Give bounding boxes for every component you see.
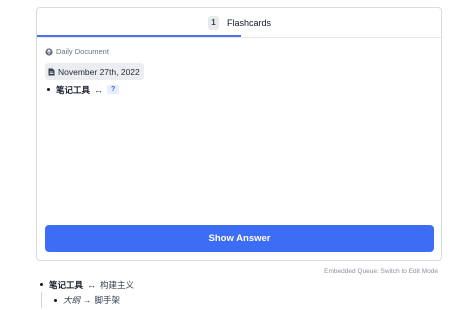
show-answer-button[interactable]: Show Answer bbox=[45, 225, 434, 252]
bullet-dot[interactable] bbox=[40, 283, 43, 286]
bullet-dot[interactable] bbox=[47, 88, 50, 91]
document-icon bbox=[48, 63, 55, 81]
card-front-text: 笔记工具 bbox=[56, 84, 91, 95]
tab-flashcards[interactable]: 1 Flashcards bbox=[37, 8, 271, 37]
outline-child-left: 大纲 bbox=[63, 295, 81, 305]
right-arrow: → bbox=[83, 295, 92, 305]
outline-child-right: 脚手架 bbox=[94, 295, 121, 305]
tab-count-badge: 1 bbox=[208, 16, 219, 30]
source-label: Daily Document bbox=[56, 47, 109, 56]
bullet-dot[interactable] bbox=[54, 298, 57, 302]
outline-child-item: 大纲 → 脚手架 bbox=[41, 292, 120, 308]
switch-to-edit-mode-link[interactable]: Embedded Queue: Switch to Edit Mode bbox=[324, 268, 438, 275]
card-question: 笔记工具 ↔ ? bbox=[47, 83, 120, 96]
bidirectional-arrow: ↔ bbox=[87, 279, 97, 290]
outline-item: 笔记工具 ↔ 构建主义 bbox=[40, 278, 134, 291]
date-text: November 27th, 2022 bbox=[58, 66, 140, 77]
date-reference[interactable]: November 27th, 2022 bbox=[45, 63, 144, 80]
circle-arrow-icon bbox=[45, 43, 53, 61]
card-source[interactable]: Daily Document bbox=[45, 46, 109, 57]
bidirectional-arrow: ↔ bbox=[94, 84, 104, 95]
outline-front-text: 笔记工具 bbox=[49, 279, 84, 290]
outline-back-text: 构建主义 bbox=[100, 279, 135, 290]
tab-label: Flashcards bbox=[227, 18, 272, 28]
hidden-answer-badge: ? bbox=[107, 85, 120, 94]
queue-tabbar: 1 Flashcards bbox=[37, 8, 441, 38]
flashcard-queue-panel: 1 Flashcards Daily Document November 27t… bbox=[36, 7, 442, 261]
